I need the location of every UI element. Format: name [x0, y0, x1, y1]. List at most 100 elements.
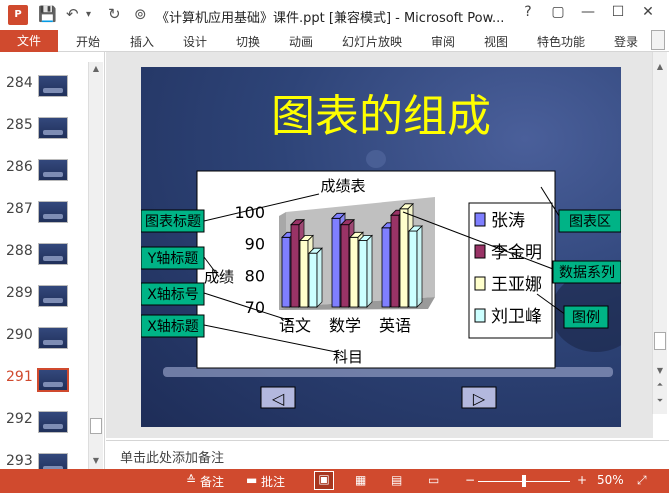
tab-insert[interactable]: 插入	[130, 33, 154, 50]
zoom-slider-thumb[interactable]	[522, 475, 526, 487]
thumbnail-number: 284	[6, 75, 33, 91]
thumbnail-286[interactable]: 286	[0, 154, 88, 184]
previous-slide-icon[interactable]: ⏶	[653, 378, 667, 392]
comments-icon: ▬	[246, 473, 258, 487]
thumbnail-number: 292	[6, 411, 33, 427]
thumbnail-290[interactable]: 290	[0, 322, 88, 352]
tab-slideshow[interactable]: 幻灯片放映	[342, 33, 402, 50]
thumbnail-291-selected[interactable]: 291	[0, 364, 88, 394]
normal-view-icon[interactable]: ▣	[314, 471, 334, 490]
background-moon-shape	[366, 150, 386, 168]
bar[interactable]	[340, 224, 350, 308]
help-button[interactable]: ?	[513, 4, 543, 20]
scrollbar-thumb[interactable]	[90, 418, 102, 434]
thumbnail-number: 290	[6, 327, 33, 343]
y-tick-label: 80	[245, 266, 265, 285]
thumbnail-image	[38, 453, 68, 469]
undo-icon[interactable]: ↶	[66, 5, 79, 23]
callout-chart-title: 图表标题	[145, 214, 201, 230]
legend-label: 王亚娜	[491, 275, 542, 295]
ribbon-tabs: 文件 开始 插入 设计 切换 动画 幻灯片放映 审阅 视图 特色功能 登录	[0, 30, 669, 52]
zoom-level[interactable]: 50%	[597, 473, 624, 487]
scroll-up-icon[interactable]: ▲	[653, 60, 667, 74]
tab-file[interactable]: 文件	[0, 30, 58, 52]
bar[interactable]	[408, 230, 418, 308]
next-arrow-icon: ▷	[473, 389, 486, 408]
tab-home[interactable]: 开始	[76, 33, 100, 50]
bar[interactable]	[349, 236, 359, 308]
tab-transitions[interactable]: 切换	[236, 33, 260, 50]
scroll-down-icon[interactable]: ▼	[653, 364, 667, 378]
thumbnail-image	[37, 368, 69, 392]
slide-canvas[interactable]: 图表的组成 成绩表 100 90 80 70 语文 数学 英语 成绩 科目 张涛 李金明 王亚…	[141, 67, 621, 427]
bar[interactable]	[281, 236, 291, 308]
scroll-down-icon[interactable]: ▼	[89, 454, 103, 468]
zoom-in-button[interactable]: +	[577, 473, 587, 487]
legend-swatch	[474, 244, 486, 259]
y-tick-label: 90	[245, 235, 265, 254]
reading-view-icon[interactable]: ▤	[391, 473, 402, 487]
bar-side-face	[416, 225, 423, 308]
tab-animations[interactable]: 动画	[289, 33, 313, 50]
slide-sorter-view-icon[interactable]: ▦	[355, 473, 366, 487]
bar[interactable]	[331, 217, 341, 308]
thumbnail-284[interactable]: 284	[0, 70, 88, 100]
comments-toggle-button[interactable]: 批注	[261, 473, 285, 490]
bar[interactable]	[381, 227, 391, 308]
thumbnail-288[interactable]: 288	[0, 238, 88, 268]
ribbon-collapse-button[interactable]	[651, 30, 665, 50]
scrollbar-thumb[interactable]	[654, 332, 666, 350]
thumbnail-scrollbar[interactable]: ▲ ▼	[88, 62, 103, 469]
thumbnail-293[interactable]: 293	[0, 448, 88, 469]
bar-side-face	[366, 234, 373, 308]
zoom-out-button[interactable]: −	[465, 473, 475, 487]
bar[interactable]	[290, 224, 300, 308]
callout-y-axis-title: Y轴标题	[147, 251, 199, 267]
x-axis-ticks: 语文 数学 英语	[279, 316, 411, 335]
bar[interactable]	[358, 240, 368, 308]
thumbnail-image	[38, 411, 68, 433]
redo-icon[interactable]: ↻	[108, 5, 121, 23]
scroll-up-icon[interactable]: ▲	[89, 62, 103, 76]
slide-scrollbar[interactable]: ▲ ▼ ⏶ ⏷	[652, 52, 667, 414]
bar-side-face	[316, 247, 323, 308]
thumbnail-number: 287	[6, 201, 33, 217]
bar[interactable]	[399, 208, 409, 308]
fit-slide-to-window-icon[interactable]: ⤢	[637, 473, 647, 488]
sign-in-link[interactable]: 登录	[614, 33, 638, 50]
legend-label: 刘卫峰	[491, 307, 542, 327]
x-tick-label: 数学	[329, 316, 361, 335]
thumbnail-number: 291	[6, 369, 33, 385]
thumbnail-289[interactable]: 289	[0, 280, 88, 310]
thumbnail-287[interactable]: 287	[0, 196, 88, 226]
callout-chart-area: 图表区	[569, 214, 611, 230]
save-icon[interactable]: 💾	[38, 5, 57, 23]
next-slide-icon[interactable]: ⏷	[653, 394, 667, 408]
start-from-beginning-icon[interactable]: ⊚	[134, 5, 147, 23]
slideshow-view-icon[interactable]: ▭	[428, 473, 439, 487]
undo-dropdown-icon[interactable]: ▾	[86, 9, 91, 20]
notes-pane[interactable]: 单击此处添加备注	[106, 440, 669, 469]
legend-swatch	[474, 276, 486, 291]
thumbnail-number: 289	[6, 285, 33, 301]
bar[interactable]	[308, 252, 318, 308]
bar[interactable]	[299, 240, 309, 308]
tab-review[interactable]: 审阅	[431, 33, 455, 50]
chart-title: 成绩表	[320, 177, 365, 195]
tab-design[interactable]: 设计	[183, 33, 207, 50]
thumbnail-image	[38, 201, 68, 223]
tab-special-features[interactable]: 特色功能	[537, 33, 585, 50]
notes-toggle-button[interactable]: 备注	[200, 473, 224, 490]
thumbnail-285[interactable]: 285	[0, 112, 88, 142]
legend-swatch	[474, 212, 486, 227]
ribbon-display-options-button[interactable]: ▢	[543, 4, 573, 20]
minimize-button[interactable]: —	[573, 4, 603, 20]
bar[interactable]	[390, 214, 400, 308]
close-button[interactable]: ✕	[633, 4, 663, 20]
thumbnail-image	[38, 243, 68, 265]
maximize-button[interactable]: ☐	[603, 4, 633, 20]
thumbnail-image	[38, 75, 68, 97]
thumbnail-292[interactable]: 292	[0, 406, 88, 436]
tab-view[interactable]: 视图	[484, 33, 508, 50]
callout-x-axis-label: X轴标号	[147, 287, 199, 303]
